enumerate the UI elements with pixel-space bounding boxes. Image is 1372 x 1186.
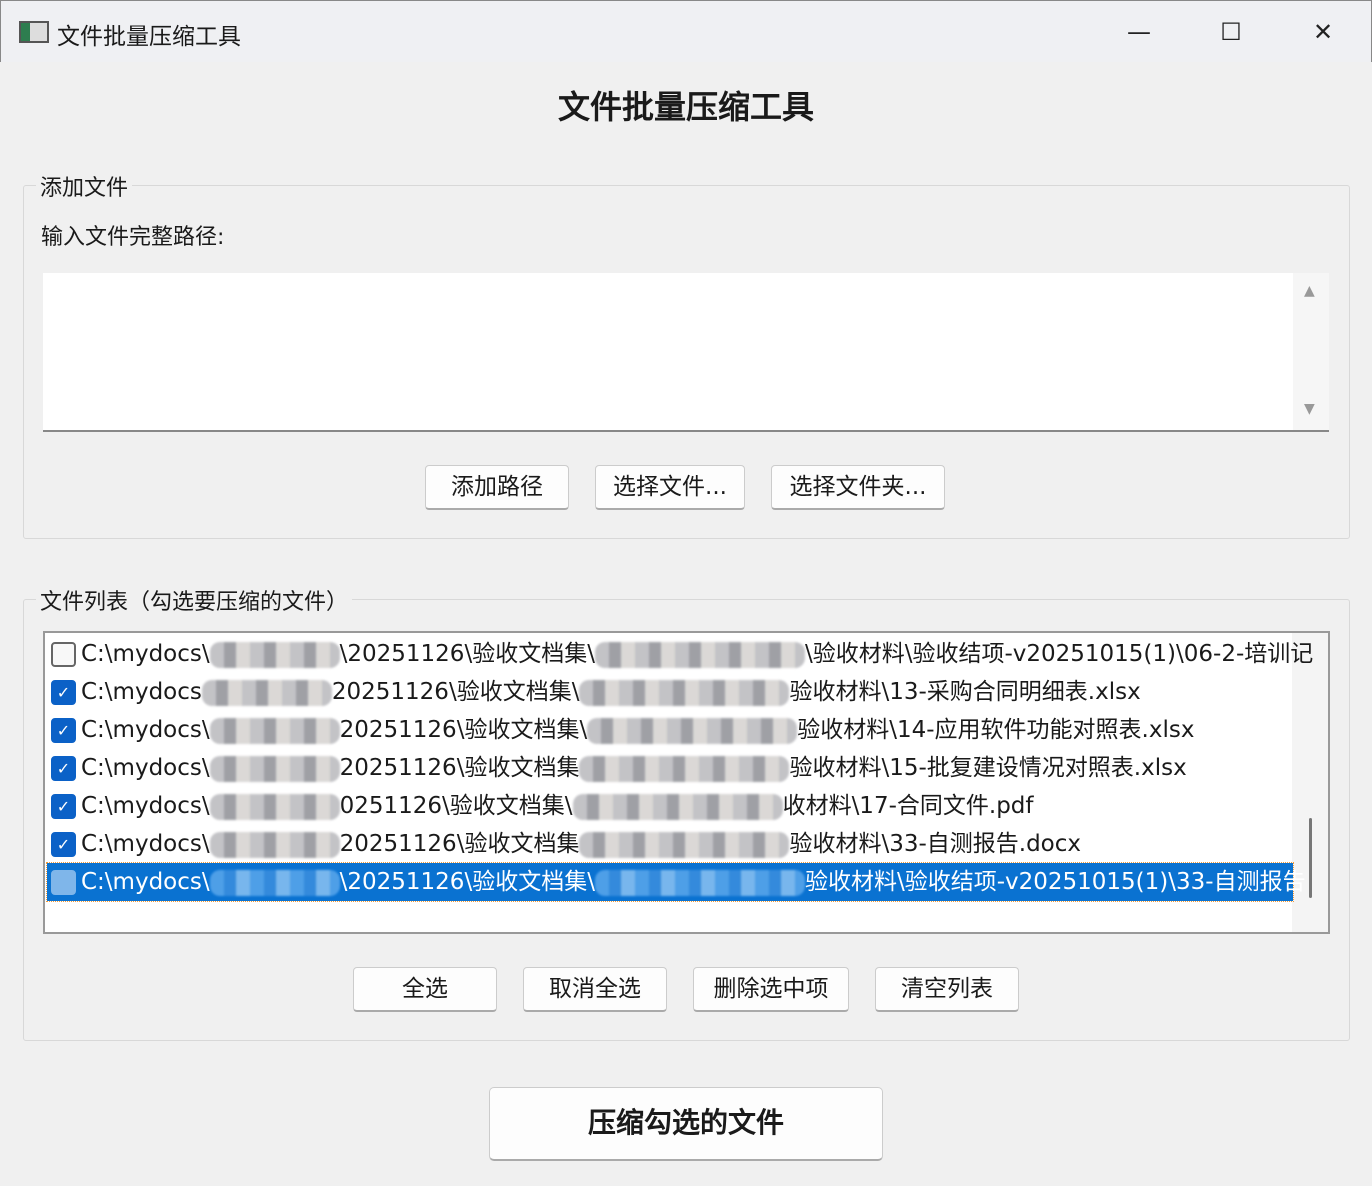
redacted-segment — [201, 679, 332, 706]
file-list-item[interactable]: ✓ C:\mydocs\ 20251126\验收文档集\ 验收材料\14-应用软件功… — [47, 711, 1293, 749]
file-list[interactable]: C:\mydocs\ \20251126\验收文档集\ \验收材料\验收结项-v20… — [43, 631, 1330, 934]
path-input[interactable] — [43, 273, 1329, 432]
file-list-item[interactable]: ✓ C:\mydocs\ 20251126\验收文档集 验收材料\15-批复建设情况… — [47, 749, 1293, 787]
select-folder-button[interactable]: 选择文件夹... — [771, 465, 945, 510]
redacted-segment — [572, 793, 783, 820]
checkbox[interactable] — [51, 870, 76, 895]
file-list-item[interactable]: ✓ C:\mydocs\ 0251126\验收文档集\ 收材料\17-合同文件.pd… — [47, 787, 1293, 825]
path-middle: \20251126\验收文档集\ — [339, 869, 595, 895]
redacted-segment — [579, 755, 790, 782]
redacted-segment — [594, 641, 805, 668]
path-middle: 20251126\验收文档集\ — [331, 679, 580, 705]
compress-button[interactable]: 压缩勾选的文件 — [489, 1087, 883, 1161]
maximize-button[interactable]: ☐ — [1211, 15, 1251, 49]
path-label: 输入文件完整路径: — [41, 225, 225, 250]
checkbox[interactable]: ✓ — [51, 794, 76, 819]
path-middle: 20251126\验收文档集 — [339, 831, 580, 857]
redacted-segment — [579, 679, 790, 706]
path-prefix: C:\mydocs\ — [81, 641, 210, 667]
scroll-up-icon[interactable]: ▲ — [1304, 283, 1315, 299]
file-list-item[interactable]: C:\mydocs\ \20251126\验收文档集\ \验收材料\验收结项-v20… — [47, 635, 1313, 673]
path-middle: 20251126\验收文档集\ — [339, 717, 588, 743]
page-title: 文件批量压缩工具 — [557, 88, 814, 126]
app-icon — [19, 21, 49, 43]
group-label: 添加文件 — [36, 170, 133, 202]
path-suffix: 验收材料\13-采购合同明细表.xlsx — [789, 679, 1141, 705]
path-middle: 0251126\验收文档集\ — [339, 793, 573, 819]
checkbox[interactable] — [51, 642, 76, 667]
path-suffix: 验收材料\14-应用软件功能对照表.xlsx — [797, 717, 1195, 743]
clear-list-button[interactable]: 清空列表 — [875, 967, 1019, 1012]
checkbox[interactable]: ✓ — [51, 718, 76, 743]
redacted-segment — [579, 831, 790, 858]
title-bar: 文件批量压缩工具 — ☐ ✕ — [0, 0, 1372, 62]
file-path: C:\mydocs\ \20251126\验收文档集\ 验收材料\验收结项-v202… — [81, 863, 1306, 901]
redacted-segment — [209, 717, 340, 744]
add-path-button[interactable]: 添加路径 — [425, 465, 569, 510]
file-list-item[interactable]: C:\mydocs\ \20251126\验收文档集\ 验收材料\验收结项-v202… — [46, 862, 1306, 902]
delete-selected-button[interactable]: 删除选中项 — [693, 967, 849, 1012]
path-prefix: C:\mydocs\ — [81, 869, 210, 895]
path-suffix: 验收材料\33-自测报告.docx — [789, 831, 1082, 857]
file-path: C:\mydocs 20251126\验收文档集\ 验收材料\13-采购合同明细表.… — [81, 673, 1141, 711]
redacted-segment — [209, 869, 340, 896]
file-list-item[interactable]: ✓ C:\mydocs 20251126\验收文档集\ 验收材料\13-采购合同明细… — [47, 673, 1293, 711]
file-list-item[interactable]: ✓ C:\mydocs\ 20251126\验收文档集 验收材料\33-自测报告.d… — [47, 825, 1293, 863]
scroll-thumb[interactable] — [1309, 818, 1312, 898]
path-prefix: C:\mydocs — [81, 679, 202, 705]
redacted-segment — [209, 755, 340, 782]
file-path: C:\mydocs\ 0251126\验收文档集\ 收材料\17-合同文件.pdf — [81, 787, 1034, 825]
redacted-segment — [209, 793, 340, 820]
path-prefix: C:\mydocs\ — [81, 755, 210, 781]
close-button[interactable]: ✕ — [1303, 15, 1343, 49]
file-path: C:\mydocs\ \20251126\验收文档集\ \验收材料\验收结项-v20… — [81, 635, 1313, 673]
path-middle: \20251126\验收文档集\ — [339, 641, 595, 667]
redacted-segment — [209, 831, 340, 858]
path-prefix: C:\mydocs\ — [81, 717, 210, 743]
path-middle: 20251126\验收文档集 — [339, 755, 580, 781]
group-label: 文件列表（勾选要压缩的文件） — [36, 584, 353, 616]
checkbox[interactable]: ✓ — [51, 832, 76, 857]
minimize-button[interactable]: — — [1119, 15, 1159, 49]
select-all-button[interactable]: 全选 — [353, 967, 497, 1012]
scroll-down-icon[interactable]: ▼ — [1304, 401, 1315, 417]
file-path: C:\mydocs\ 20251126\验收文档集 验收材料\15-批复建设情况对照… — [81, 749, 1187, 787]
textarea-scrollbar[interactable]: ▲ ▼ — [1293, 273, 1329, 430]
deselect-all-button[interactable]: 取消全选 — [523, 967, 667, 1012]
redacted-segment — [209, 641, 340, 668]
path-suffix: \验收材料\验收结项-v20251015(1)\06-2-培训记 — [804, 641, 1314, 667]
path-prefix: C:\mydocs\ — [81, 831, 210, 857]
redacted-segment — [587, 717, 798, 744]
select-files-button[interactable]: 选择文件... — [595, 465, 745, 510]
path-suffix: 验收材料\15-批复建设情况对照表.xlsx — [789, 755, 1187, 781]
redacted-segment — [594, 869, 805, 896]
checkbox[interactable]: ✓ — [51, 680, 76, 705]
path-suffix: 收材料\17-合同文件.pdf — [782, 793, 1034, 819]
path-prefix: C:\mydocs\ — [81, 793, 210, 819]
checkbox[interactable]: ✓ — [51, 756, 76, 781]
window-title: 文件批量压缩工具 — [57, 24, 241, 50]
file-path: C:\mydocs\ 20251126\验收文档集 验收材料\33-自测报告.doc… — [81, 825, 1081, 863]
file-path: C:\mydocs\ 20251126\验收文档集\ 验收材料\14-应用软件功能对… — [81, 711, 1194, 749]
path-suffix: 验收材料\验收结项-v20251015(1)\33-自测报告 — [804, 869, 1306, 895]
